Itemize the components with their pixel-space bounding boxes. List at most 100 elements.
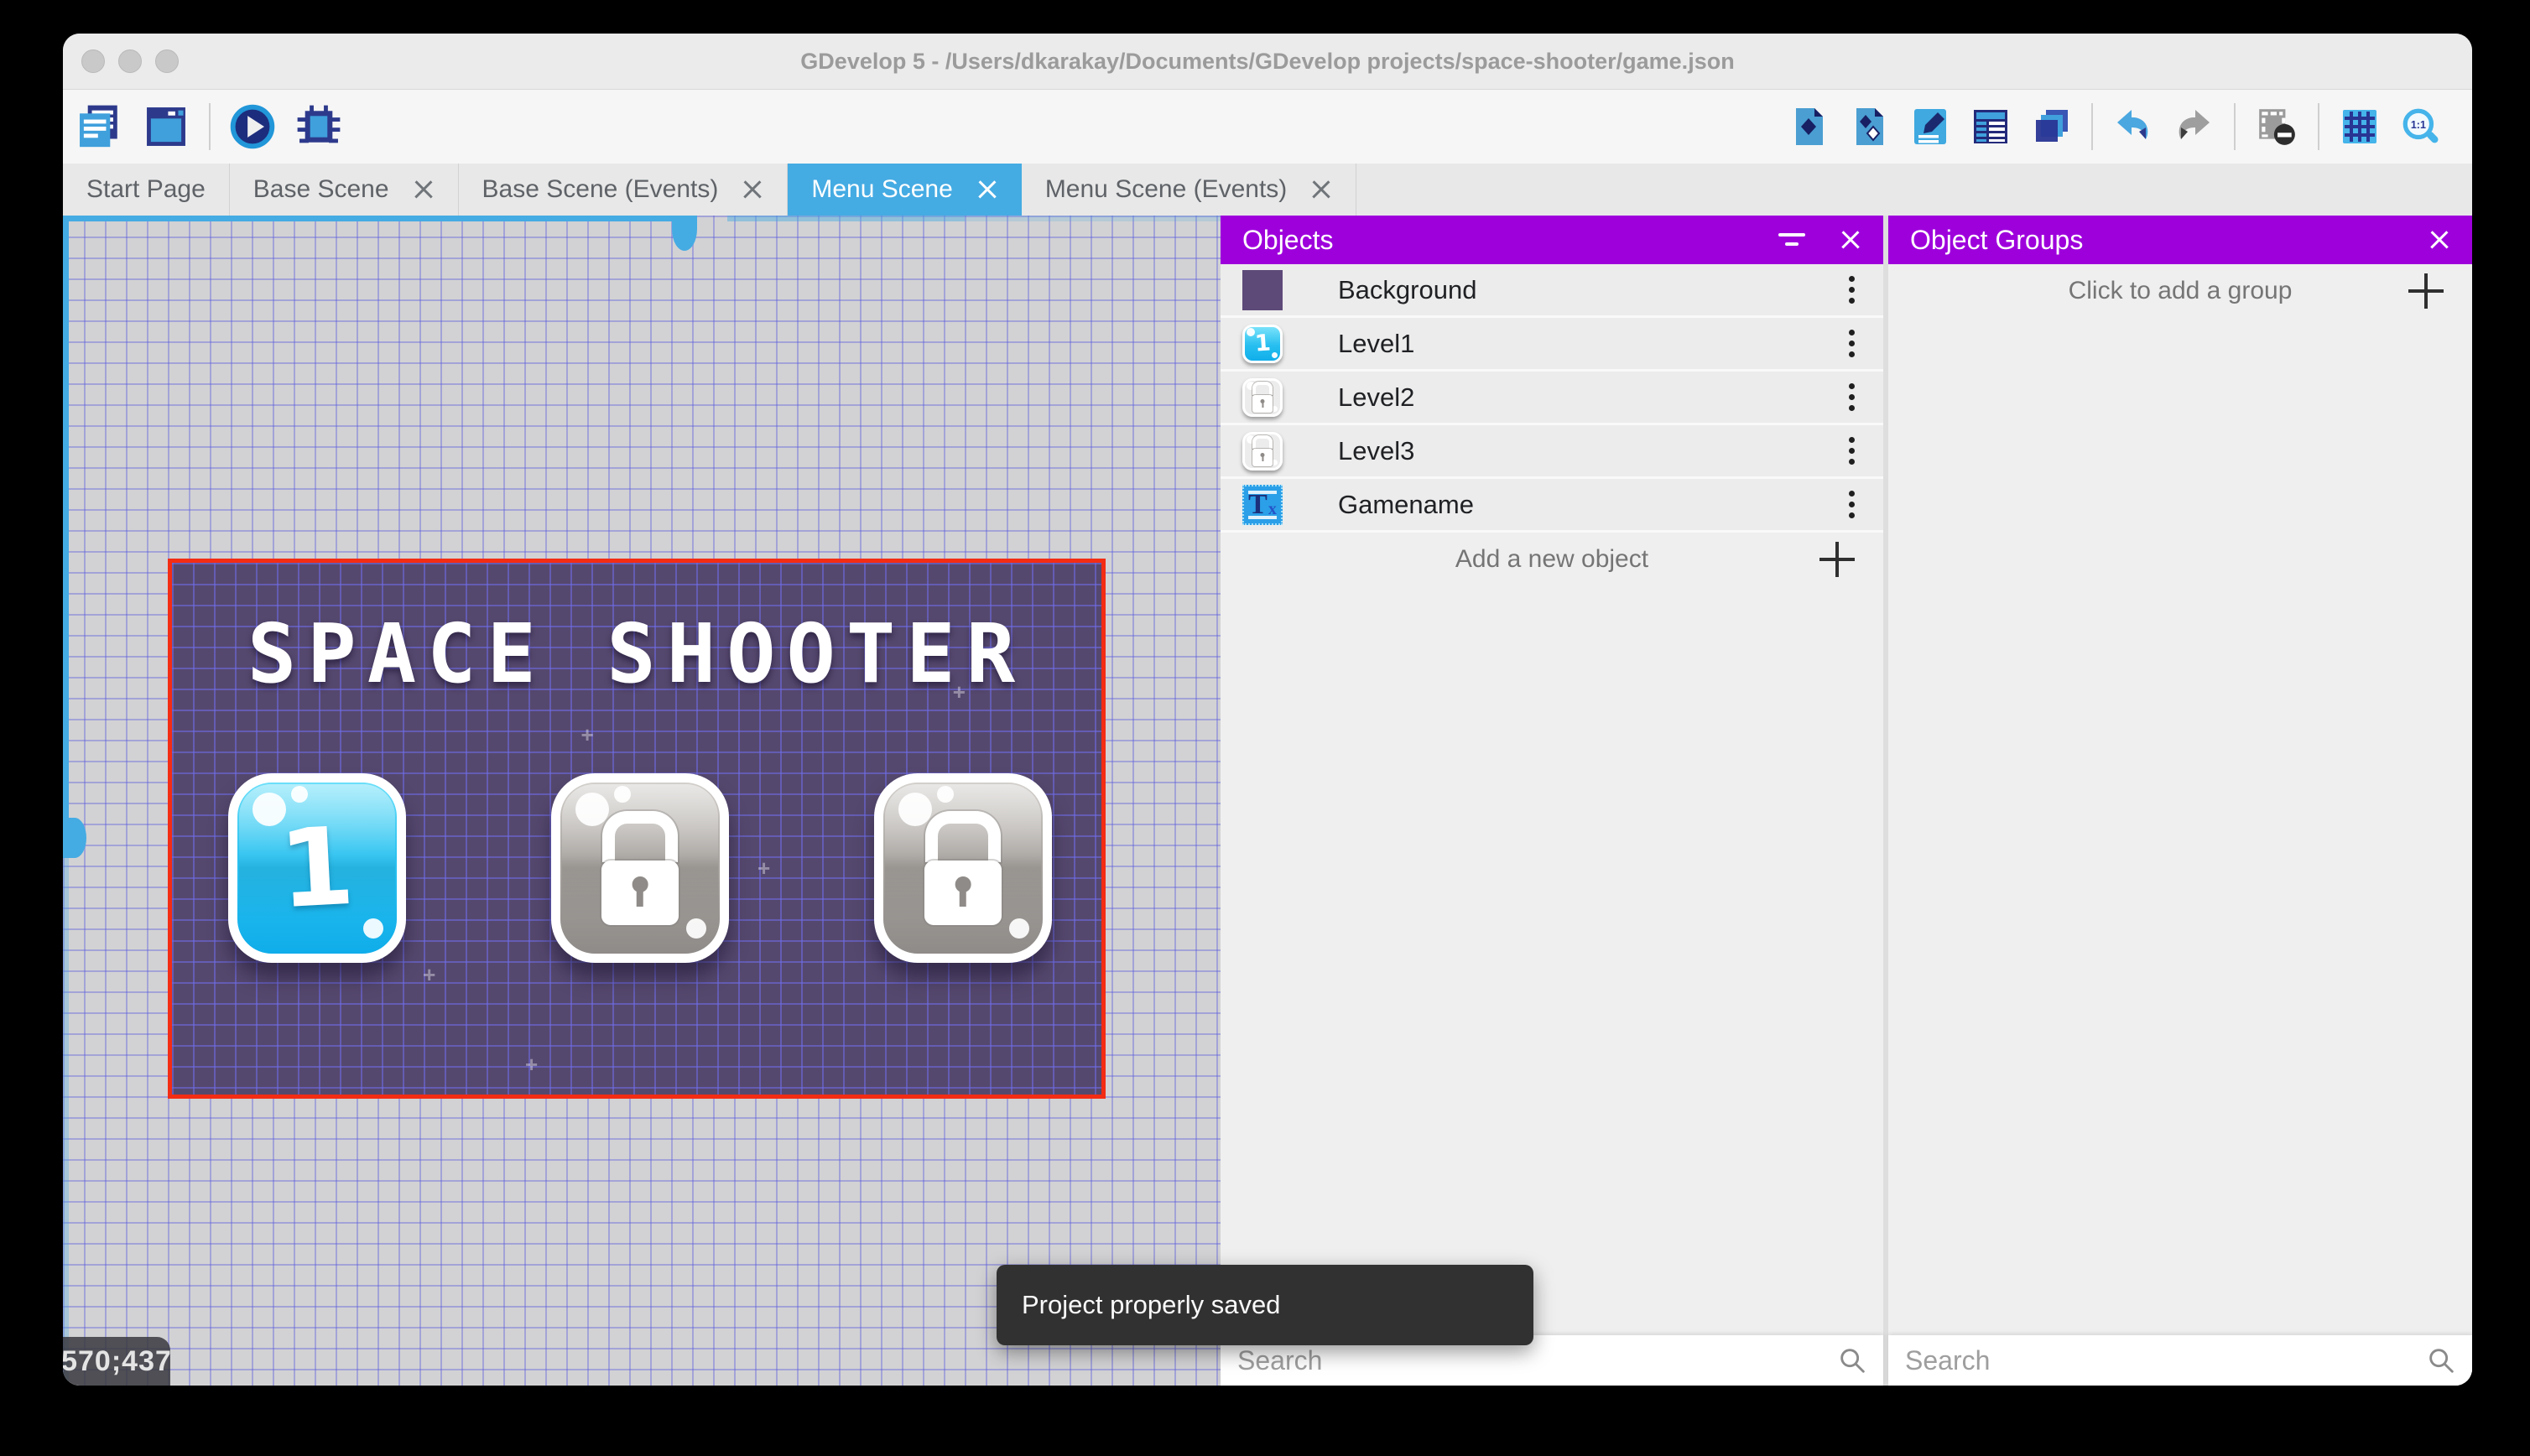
objects-panel-header: Objects (1221, 216, 1883, 264)
game-scene-window[interactable]: + + + + + + + SPACE SHOOTER 1 (168, 559, 1106, 1099)
tab-base-scene-events[interactable]: Base Scene (Events) (459, 164, 789, 216)
level-button-locked[interactable] (551, 773, 729, 963)
redo-icon[interactable] (2173, 107, 2214, 147)
lock-keyhole (632, 876, 648, 892)
gloss-bubble (291, 786, 308, 803)
filter-icon[interactable] (1778, 229, 1806, 251)
window-titlebar: GDevelop 5 - /Users/dkarakay/Documents/G… (63, 34, 2472, 90)
preview-window-icon[interactable] (142, 102, 190, 151)
layers-icon[interactable] (2031, 107, 2071, 147)
level-number: 1 (276, 803, 358, 933)
menu-dot (1849, 405, 1855, 411)
vertical-scroll-indicator[interactable] (63, 216, 69, 825)
lock-body (924, 861, 1002, 925)
zoom-reset-icon[interactable]: 1:1 (2400, 106, 2442, 148)
add-group-row[interactable]: Click to add a group (1888, 264, 2472, 318)
grid-toggle-icon[interactable] (2340, 107, 2380, 147)
tab-close-icon[interactable] (976, 179, 998, 200)
toolbar-left-group (75, 90, 343, 164)
objects-search-input[interactable] (1236, 1344, 1836, 1377)
lock-body (1252, 395, 1273, 413)
tab-close-icon[interactable] (1310, 179, 1332, 200)
menu-dot (1849, 502, 1855, 507)
lock-shackle (925, 811, 1001, 862)
object-row-level2[interactable]: Level2 (1221, 372, 1883, 425)
object-menu-icon[interactable] (1849, 330, 1855, 357)
render-mask-icon[interactable] (2256, 106, 2298, 148)
text-object-x: x (1268, 499, 1277, 518)
object-name: Background (1338, 274, 1477, 304)
menu-dot (1849, 330, 1855, 335)
object-menu-icon[interactable] (1849, 491, 1855, 518)
level-button-1[interactable]: 1 (228, 773, 406, 963)
gloss-bubble (614, 786, 631, 803)
gloss-bubble (937, 786, 954, 803)
object-groups-panel: Object Groups Click to add a group (1888, 216, 2472, 1386)
horizontal-scroll-fade (965, 216, 1221, 221)
menu-dot (1849, 276, 1855, 282)
level-number: 1 (1253, 330, 1272, 357)
scene-canvas[interactable]: + + + + + + + SPACE SHOOTER 1 570;437 (63, 216, 1221, 1386)
level-button-locked[interactable] (874, 773, 1052, 963)
object-row-gamename[interactable]: Tx Gamename (1221, 479, 1883, 533)
editor-tabbar: Start Page Base Scene Base Scene (Events) M… (63, 164, 2472, 216)
object-menu-icon[interactable] (1849, 437, 1855, 465)
scene-sparkle: + (580, 722, 594, 748)
object-name: Level2 (1338, 382, 1415, 412)
lock-shackle (1252, 382, 1273, 396)
tab-close-icon[interactable] (742, 179, 763, 200)
toolbar-divider (2234, 103, 2236, 150)
add-object-plus-icon[interactable] (1819, 542, 1855, 577)
text-object-thumbnail: Tx (1242, 484, 1283, 525)
play-preview-button[interactable] (229, 103, 276, 150)
horizontal-scroll-handle[interactable] (672, 216, 697, 251)
tab-label: Menu Scene (811, 175, 953, 203)
object-menu-icon[interactable] (1849, 276, 1855, 304)
close-object-groups-panel-icon[interactable] (2428, 229, 2450, 251)
lock-body (601, 861, 679, 925)
gloss-bubble (1009, 918, 1029, 939)
add-object-row[interactable]: Add a new object (1221, 533, 1883, 586)
close-objects-panel-icon[interactable] (1840, 229, 1861, 251)
tab-close-icon[interactable] (413, 179, 435, 200)
object-row-level1[interactable]: 1 Level1 (1221, 318, 1883, 372)
menu-dot (1849, 287, 1855, 293)
debug-icon[interactable] (294, 102, 343, 151)
object-groups-list: Click to add a group (1888, 264, 2472, 318)
lock-shackle (1252, 435, 1273, 450)
properties-icon[interactable] (1910, 107, 1950, 147)
vertical-scroll-handle[interactable] (63, 818, 86, 858)
groups-search-input[interactable] (1903, 1344, 2425, 1377)
level-locked-thumbnail (1242, 377, 1283, 417)
object-menu-icon[interactable] (1849, 383, 1855, 411)
tab-start-page[interactable]: Start Page (63, 164, 230, 216)
lock-icon (924, 811, 1002, 925)
game-title-text-object[interactable]: SPACE SHOOTER (172, 606, 1101, 701)
horizontal-scroll-indicator[interactable] (63, 216, 696, 221)
gdevelop-window: GDevelop 5 - /Users/dkarakay/Documents/G… (63, 34, 2472, 1386)
editor-content: + + + + + + + SPACE SHOOTER 1 570;437 (63, 216, 2472, 1386)
toolbar-right-group: 1:1 (1789, 90, 2442, 164)
object-row-level3[interactable]: Level3 (1221, 425, 1883, 479)
toolbar-divider (209, 103, 211, 150)
object-name: Level1 (1338, 328, 1415, 358)
background-thumbnail (1242, 269, 1283, 310)
instances-list-icon[interactable] (1970, 107, 2011, 147)
tab-menu-scene[interactable]: Menu Scene (788, 164, 1022, 216)
tab-base-scene[interactable]: Base Scene (230, 164, 459, 216)
object-groups-icon[interactable] (1850, 107, 1890, 147)
lock-icon (601, 811, 679, 925)
tab-menu-scene-events[interactable]: Menu Scene (Events) (1022, 164, 1357, 216)
add-group-plus-icon[interactable] (2408, 273, 2444, 309)
undo-icon[interactable] (2113, 107, 2153, 147)
level-buttons-row: 1 (172, 773, 1101, 966)
objects-editor-icon[interactable] (1789, 107, 1830, 147)
objects-panel-title: Objects (1242, 224, 1334, 255)
project-manager-icon[interactable] (75, 102, 123, 151)
object-groups-panel-title: Object Groups (1910, 224, 2084, 255)
object-groups-panel-header: Object Groups (1888, 216, 2472, 264)
gloss-bubble (686, 918, 706, 939)
add-group-label: Click to add a group (2068, 277, 2293, 304)
object-row-background[interactable]: Background (1221, 264, 1883, 318)
lock-icon (1252, 382, 1273, 413)
